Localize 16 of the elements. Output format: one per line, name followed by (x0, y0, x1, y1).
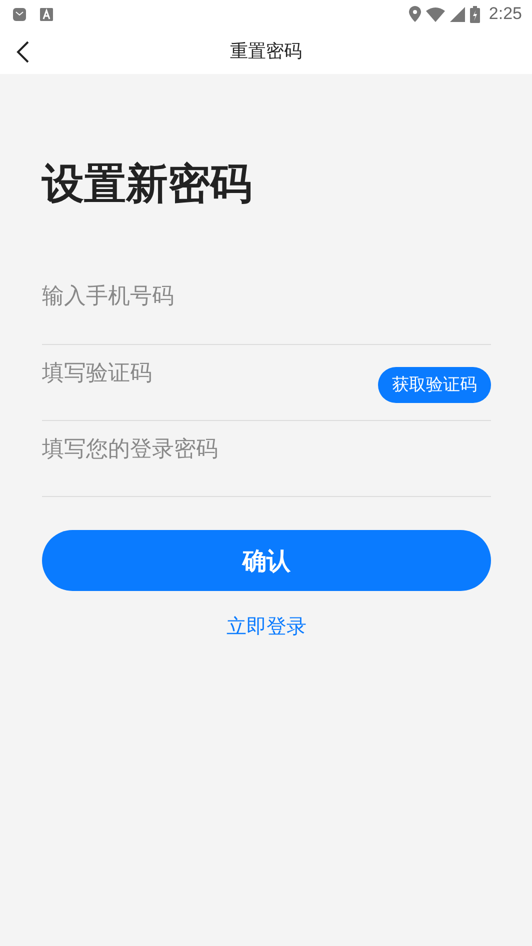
confirm-button[interactable]: 确认 (42, 530, 491, 591)
nav-title: 重置密码 (230, 40, 302, 63)
mail-app-icon (13, 8, 26, 20)
back-icon[interactable] (16, 41, 30, 63)
password-field[interactable]: 填写您的登录密码 (42, 429, 491, 469)
wifi-icon (426, 6, 445, 22)
status-time: 2:25 (488, 4, 522, 24)
battery-charging-icon (470, 6, 480, 22)
get-code-button[interactable]: 获取验证码 (378, 366, 491, 402)
page-heading: 设置新密码 (42, 158, 253, 210)
code-field[interactable]: 填写验证码 (42, 353, 378, 393)
phone-field[interactable]: 输入手机号码 (42, 276, 491, 316)
signal-icon (450, 6, 465, 22)
login-link[interactable]: 立即登录 (226, 613, 306, 640)
location-icon (408, 6, 421, 22)
font-app-icon (40, 8, 53, 20)
